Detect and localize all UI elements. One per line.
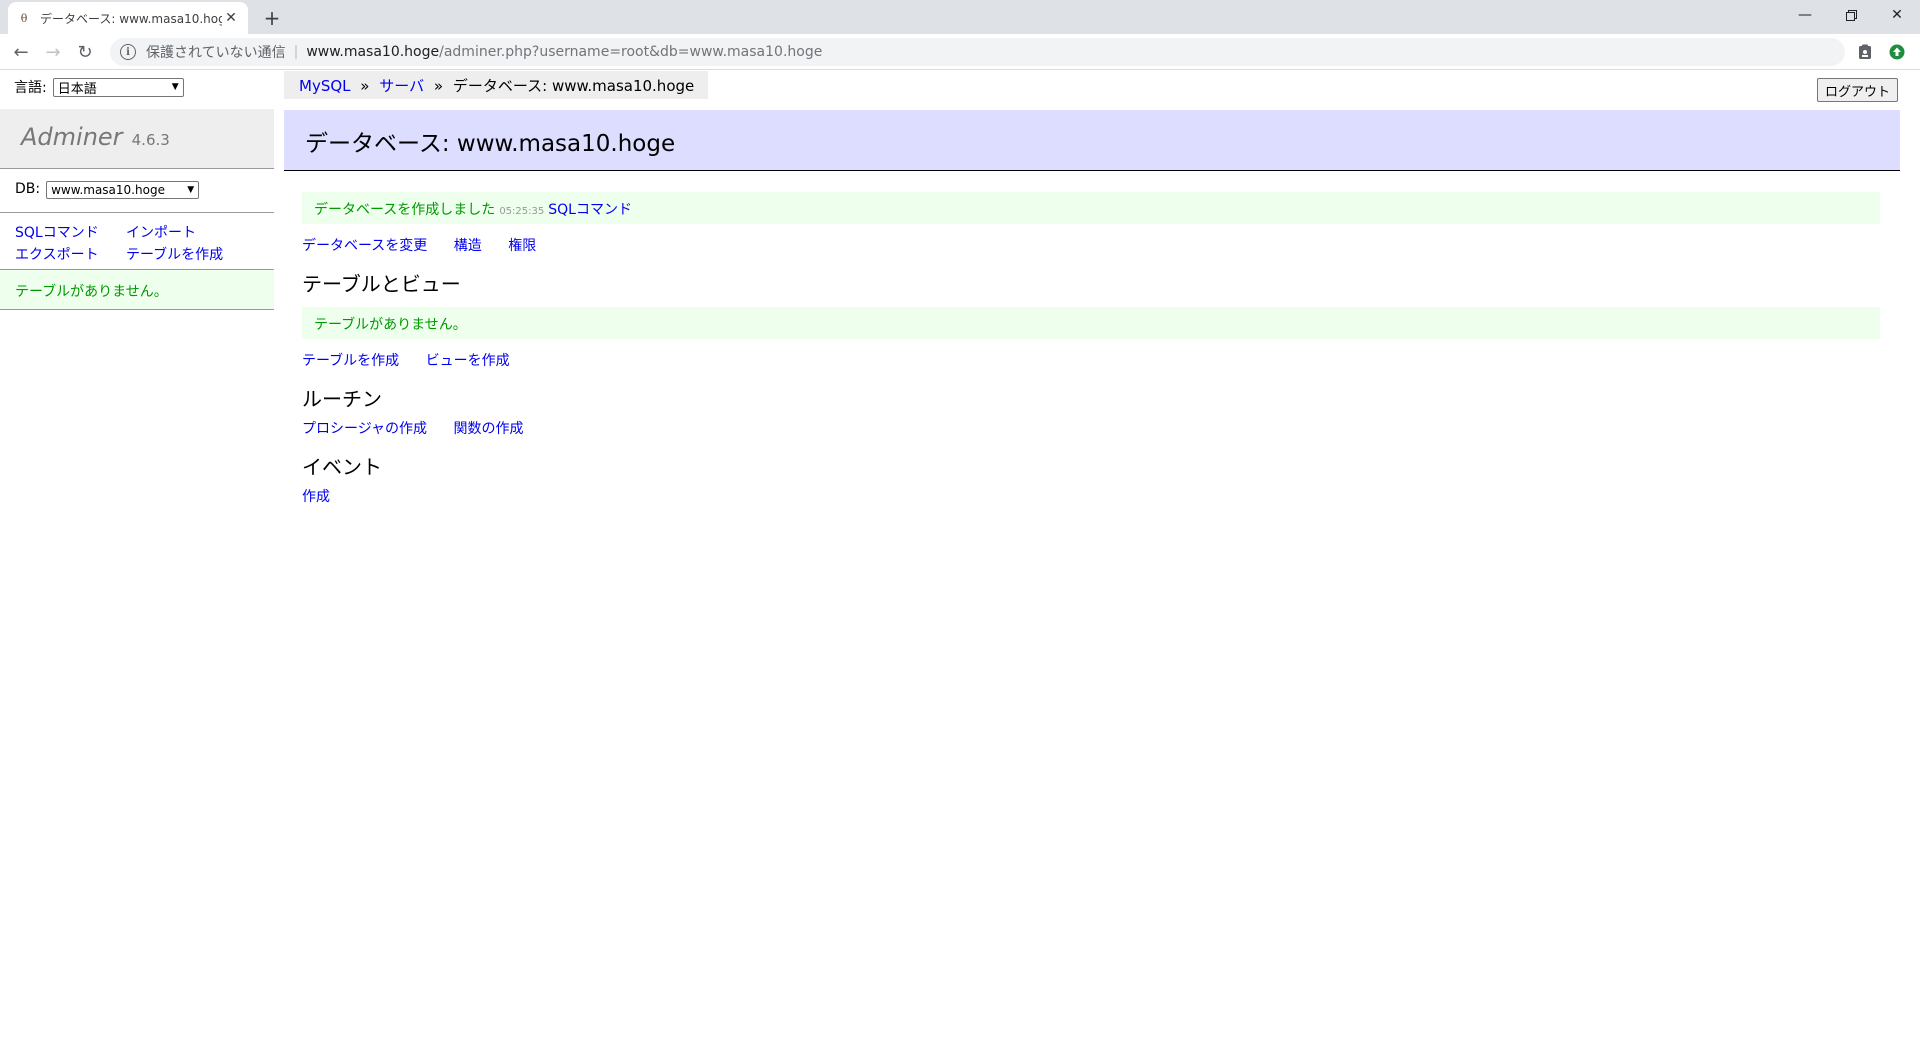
- back-arrow-icon[interactable]: ←: [9, 40, 33, 64]
- sidebar-export-link[interactable]: エクスポート: [15, 247, 126, 269]
- adminer-page: 言語: 日本語 ▼ MySQL » サーバ » データベース: www.masa…: [0, 71, 1920, 1050]
- db-select[interactable]: www.masa10.hoge ▼: [46, 181, 200, 199]
- routines-heading: ルーチン: [302, 387, 382, 411]
- create-event-link[interactable]: 作成: [302, 489, 330, 505]
- message-time: 05:25:35: [499, 206, 545, 217]
- database-schema-link[interactable]: 構造: [454, 238, 482, 254]
- adminer-brand: Adminer 4.6.3: [0, 109, 274, 169]
- url-separator: |: [293, 44, 299, 60]
- db-selector-row: DB: www.masa10.hoge ▼: [0, 169, 274, 213]
- language-switcher: 言語: 日本語 ▼: [14, 77, 184, 97]
- browser-tabstrip: θ データベース: www.masa10.hoge - Adminer ✕ + …: [0, 0, 1920, 34]
- message-sql-command-link[interactable]: SQLコマンド: [548, 202, 632, 218]
- page-title: データベース: www.masa10.hoge: [284, 110, 1900, 171]
- sidebar-create-table-link[interactable]: テーブルを作成: [126, 247, 256, 269]
- breadcrumb-separator: »: [360, 77, 370, 95]
- routine-links: プロシージャの作成 関数の作成: [302, 418, 1900, 438]
- tab-title: データベース: www.masa10.hoge - Adminer: [40, 11, 222, 26]
- table-links: テーブルを作成 ビューを作成: [302, 350, 1900, 370]
- alter-database-link[interactable]: データベースを変更: [302, 238, 427, 254]
- sidebar-sql-command-link[interactable]: SQLコマンド: [15, 225, 126, 247]
- clipboard-extension-icon[interactable]: [1856, 43, 1874, 61]
- breadcrumb-current: データベース: www.masa10.hoge: [452, 77, 695, 95]
- create-procedure-link[interactable]: プロシージャの作成: [302, 421, 427, 437]
- database-links: データベースを変更 構造 権限: [302, 235, 1900, 255]
- breadcrumb-separator: »: [433, 77, 444, 95]
- address-bar[interactable]: i 保護されていない通信 | www.masa10.hoge/adminer.p…: [110, 38, 1845, 66]
- tab-close-icon[interactable]: ✕: [222, 9, 240, 27]
- db-label: DB:: [15, 181, 41, 197]
- new-tab-icon[interactable]: +: [260, 6, 284, 30]
- security-label: 保護されていない通信: [146, 45, 286, 61]
- breadcrumb-mysql[interactable]: MySQL: [299, 77, 351, 95]
- language-label: 言語:: [14, 80, 47, 96]
- no-tables-message: テーブルがありません。: [302, 307, 1880, 339]
- update-extension-icon[interactable]: [1888, 43, 1906, 61]
- breadcrumb: MySQL » サーバ » データベース: www.masa10.hoge: [284, 71, 709, 99]
- sidebar-links: SQLコマンド インポート エクスポート テーブルを作成: [0, 213, 274, 270]
- success-message-text: データベースを作成しました: [314, 202, 496, 218]
- browser-toolbar: ← → ↻ i 保護されていない通信 | www.masa10.hoge/adm…: [0, 34, 1920, 70]
- restore-icon[interactable]: [1828, 0, 1874, 30]
- breadcrumb-server[interactable]: サーバ: [379, 77, 424, 95]
- minimize-icon[interactable]: —: [1782, 0, 1828, 30]
- success-message: データベースを作成しました 05:25:35 SQLコマンド: [302, 192, 1880, 224]
- language-selected: 日本語: [57, 81, 97, 97]
- sidebar-import-link[interactable]: インポート: [126, 225, 256, 247]
- create-table-link[interactable]: テーブルを作成: [302, 353, 399, 369]
- reload-icon[interactable]: ↻: [73, 40, 97, 64]
- sidebar-no-tables-message: テーブルがありません。: [0, 270, 274, 310]
- dropdown-arrow-icon: ▼: [187, 185, 195, 195]
- dropdown-arrow-icon: ▼: [171, 82, 179, 92]
- adminer-logo-link[interactable]: Adminer: [21, 123, 123, 151]
- privileges-link[interactable]: 権限: [508, 238, 536, 254]
- db-selected: www.masa10.hoge: [51, 183, 165, 197]
- info-icon[interactable]: i: [120, 44, 136, 60]
- create-function-link[interactable]: 関数の作成: [453, 421, 523, 437]
- close-window-icon[interactable]: ✕: [1874, 0, 1920, 30]
- create-view-link[interactable]: ビューを作成: [426, 353, 510, 369]
- event-links: 作成: [302, 486, 1900, 506]
- language-select[interactable]: 日本語 ▼: [52, 77, 184, 97]
- tables-and-views-heading: テーブルとビュー: [302, 272, 461, 296]
- adminer-version: 4.6.3: [131, 131, 170, 149]
- url-path: /adminer.php?username=root&db=www.masa10…: [439, 44, 823, 60]
- forward-arrow-icon[interactable]: →: [41, 40, 65, 64]
- adminer-favicon-icon: θ: [20, 11, 28, 25]
- logout-button[interactable]: ログアウト: [1817, 78, 1899, 102]
- sidebar: Adminer 4.6.3 DB: www.masa10.hoge ▼ SQLコ…: [0, 109, 274, 310]
- events-heading: イベント: [302, 455, 382, 479]
- browser-tab[interactable]: θ データベース: www.masa10.hoge - Adminer ✕: [8, 2, 248, 34]
- main-content: データベース: www.masa10.hoge データベースを作成しました 05:…: [284, 110, 1900, 506]
- url-host: www.masa10.hoge: [306, 44, 440, 60]
